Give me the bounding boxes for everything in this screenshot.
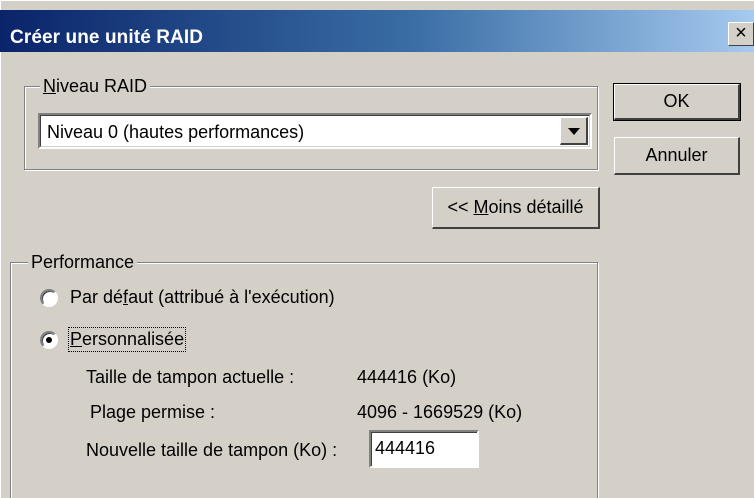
create-raid-dialog: Créer une unité RAID × Niveau RAID Nivea… (0, 0, 754, 498)
cancel-button[interactable]: Annuler (614, 137, 740, 175)
chevron-down-icon (568, 128, 580, 135)
raid-level-select[interactable]: Niveau 0 (hautes performances) (38, 113, 592, 149)
radio-custom[interactable] (40, 331, 58, 349)
close-button[interactable]: × (728, 22, 754, 46)
radio-default[interactable] (40, 289, 58, 307)
allowed-range-label: Plage permise : (90, 402, 216, 422)
performance-group-label: Performance (28, 252, 138, 272)
raid-level-selected-value: Niveau 0 (hautes performances) (47, 122, 305, 142)
window-title: Créer une unité RAID (10, 27, 204, 48)
dropdown-button[interactable] (560, 117, 588, 145)
allowed-range-value: 4096 - 1669529 (Ko) (357, 402, 523, 422)
close-icon: × (735, 22, 747, 44)
radio-default-label[interactable]: Par défaut (attribué à l'exécution) (70, 287, 335, 308)
ok-button[interactable]: OK (613, 83, 741, 121)
current-buffer-label: Taille de tampon actuelle : (86, 367, 295, 387)
title-bar[interactable]: Créer une unité RAID (0, 10, 754, 52)
new-buffer-label: Nouvelle taille de tampon (Ko) : (86, 440, 338, 460)
current-buffer-value: 444416 (Ko) (357, 367, 457, 387)
radio-selected-dot (46, 337, 52, 343)
new-buffer-size-input[interactable]: 444416 (369, 430, 479, 468)
raid-level-group-label: Niveau RAID (40, 76, 151, 96)
radio-custom-label[interactable]: Personnalisée (67, 327, 187, 352)
less-detail-button[interactable]: << Moins détaillé (432, 187, 600, 229)
